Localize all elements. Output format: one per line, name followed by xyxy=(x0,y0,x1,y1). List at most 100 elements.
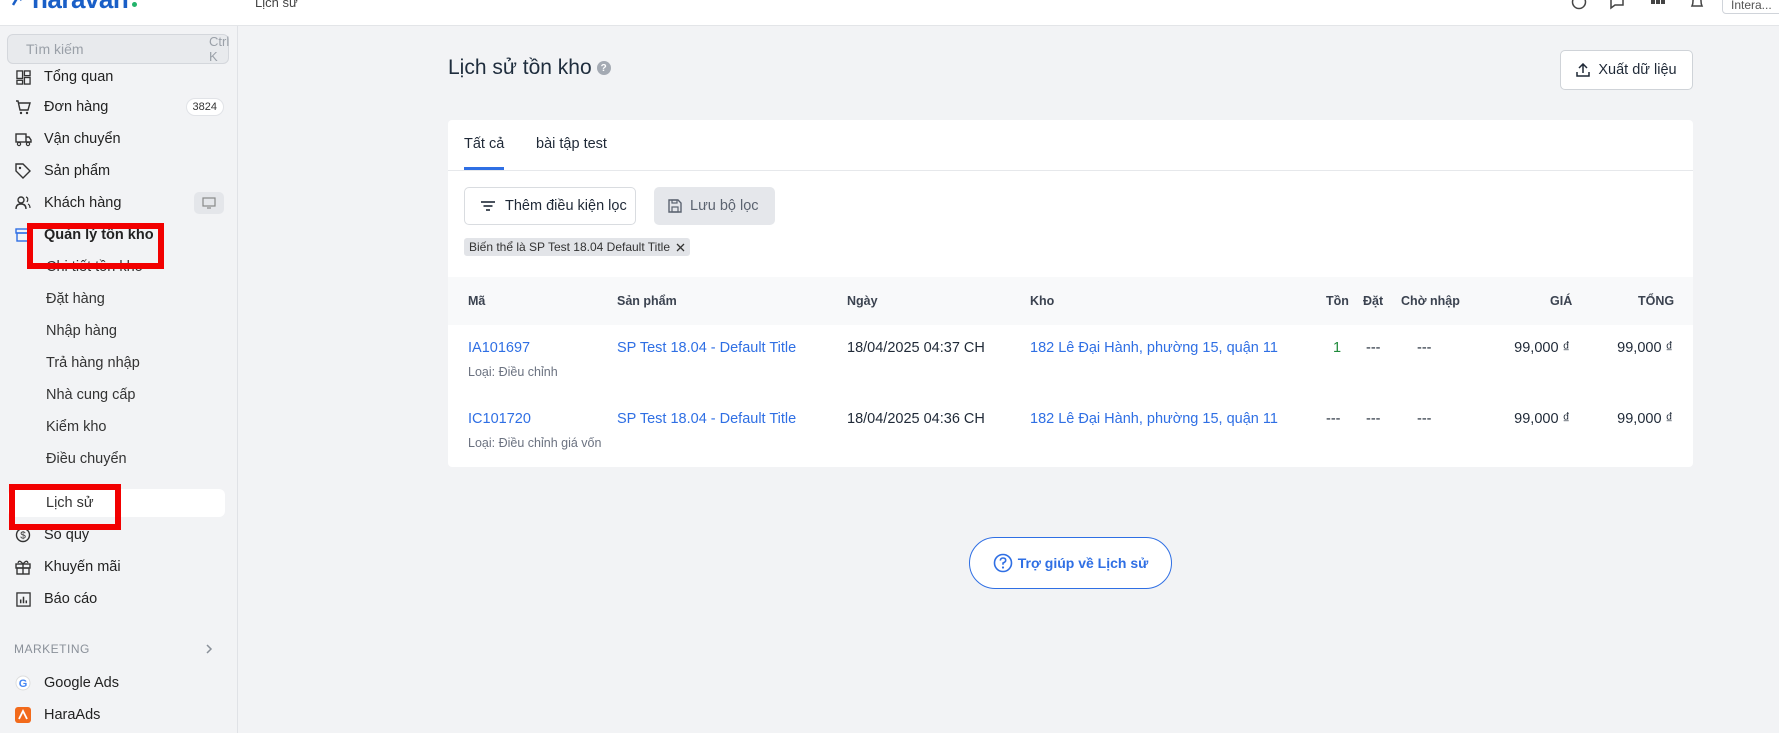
sidebar-item-label: Sổ quỹ xyxy=(44,527,90,543)
row-price: 99,000 ₫ xyxy=(1514,340,1570,356)
row-committed: --- xyxy=(1366,411,1381,427)
sidebar-item-products[interactable]: Sản phẩm xyxy=(8,157,224,185)
filter-icon xyxy=(481,200,495,212)
row-total: 99,000 ₫ xyxy=(1617,340,1673,356)
row-product-link[interactable]: SP Test 18.04 - Default Title xyxy=(617,411,796,427)
row-code-link[interactable]: IC101720 xyxy=(468,411,531,427)
add-filter-button[interactable]: Thêm điều kiện lọc xyxy=(464,187,636,225)
gift-icon xyxy=(14,558,32,576)
row-on-hand: 1 xyxy=(1333,340,1342,356)
sidebar-subitem-inventory-detail[interactable]: Chi tiết tồn kho xyxy=(8,253,225,281)
search-shortcut: Ctrl K xyxy=(209,34,230,64)
row-warehouse-link[interactable]: 182 Lê Đại Hành, phường 15, quận 11 xyxy=(1030,340,1278,356)
sidebar-item-haraads[interactable]: HaraAds xyxy=(8,701,224,729)
sidebar-item-google-ads[interactable]: G Google Ads xyxy=(8,669,224,697)
brand-logo[interactable]: haravan xyxy=(12,0,138,15)
save-filter-button[interactable]: Lưu bộ lọc xyxy=(654,187,775,225)
row-code-link[interactable]: IA101697 xyxy=(468,340,530,356)
row-product-link[interactable]: SP Test 18.04 - Default Title xyxy=(617,340,796,356)
sidebar-section-marketing[interactable]: MARKETING xyxy=(14,642,214,656)
export-data-button[interactable]: Xuất dữ liệu xyxy=(1560,50,1693,90)
svg-text:G: G xyxy=(19,678,28,690)
brand-name: haravan xyxy=(32,0,129,15)
sidebar: Ctrl K Tổng quan Đơn hàng 3824 Vận chuyể… xyxy=(0,26,238,733)
page-title-text: Lịch sử tồn kho xyxy=(448,56,592,79)
sidebar-item-reports[interactable]: Báo cáo xyxy=(8,585,224,613)
upload-icon xyxy=(1576,63,1591,77)
sidebar-search[interactable]: Ctrl K xyxy=(7,34,229,64)
history-help-button[interactable]: Trợ giúp về Lịch sử xyxy=(969,537,1172,589)
sidebar-item-cashbook[interactable]: $ Sổ quỹ xyxy=(8,521,224,549)
apps-grid-icon[interactable] xyxy=(1650,0,1666,10)
sidebar-item-shipping[interactable]: Vận chuyển xyxy=(8,125,224,153)
inventory-icon xyxy=(14,226,32,244)
column-header-committed: Đặt xyxy=(1363,294,1384,308)
dollar-icon: $ xyxy=(14,526,32,544)
sidebar-item-label: HaraAds xyxy=(44,707,101,723)
table-header: Mã Sản phẩm Ngày Kho Tồn Đặt Chờ nhập GI… xyxy=(448,277,1693,325)
sidebar-subitem-purchase-order[interactable]: Đặt hàng xyxy=(8,285,225,313)
save-icon xyxy=(668,199,682,213)
users-icon xyxy=(14,194,32,212)
sidebar-subitem-history[interactable]: Lịch sử xyxy=(8,489,225,517)
tab-all[interactable]: Tất cả xyxy=(464,136,505,170)
close-icon[interactable] xyxy=(676,243,685,252)
screen-icon xyxy=(202,197,216,209)
sidebar-item-promotions[interactable]: Khuyến mãi xyxy=(8,553,224,581)
sidebar-subitem-stocktake[interactable]: Kiểm kho xyxy=(8,413,225,441)
row-committed: --- xyxy=(1366,340,1381,356)
sidebar-subitem-purchase-return[interactable]: Trả hàng nhập xyxy=(8,349,225,377)
tab-saved-filter[interactable]: bài tập test xyxy=(536,136,607,152)
bell-icon[interactable] xyxy=(1689,0,1705,10)
sidebar-item-orders[interactable]: Đơn hàng 3824 xyxy=(8,93,224,121)
google-icon: G xyxy=(14,674,32,692)
row-date: 18/04/2025 04:36 CH xyxy=(847,411,985,427)
row-total: 99,000 ₫ xyxy=(1617,411,1673,427)
sidebar-item-customers[interactable]: Khách hàng xyxy=(8,189,224,217)
help-circle-icon[interactable] xyxy=(1571,0,1587,10)
add-filter-label: Thêm điều kiện lọc xyxy=(505,198,627,214)
column-header-product: Sản phẩm xyxy=(617,294,677,308)
help-label: Trợ giúp về Lịch sử xyxy=(1017,555,1149,571)
sidebar-subitem-transfer[interactable]: Điều chuyển xyxy=(8,445,225,473)
tab-bar: Tất cả bài tập test xyxy=(448,120,1693,171)
chevron-right-icon xyxy=(206,644,213,654)
sidebar-item-label: Google Ads xyxy=(44,675,119,691)
haraads-icon xyxy=(14,706,32,724)
sidebar-item-label: Đơn hàng xyxy=(44,99,109,115)
column-header-total: TỔNG xyxy=(1638,294,1675,308)
sidebar-item-label: Tổng quan xyxy=(44,69,114,85)
sidebar-item-overview[interactable]: Tổng quan xyxy=(8,63,224,91)
top-breadcrumb: Lịch sử xyxy=(255,0,298,10)
haravan-logo-icon xyxy=(12,0,22,6)
column-header-on-hand: Tồn xyxy=(1326,294,1349,308)
search-input[interactable] xyxy=(24,40,209,58)
top-bar: haravan Lịch sử Intera... xyxy=(0,0,1779,26)
row-price: 99,000 ₫ xyxy=(1514,411,1570,427)
sidebar-item-label: Sản phẩm xyxy=(44,163,111,179)
sidebar-item-label: Khuyến mãi xyxy=(44,559,121,575)
chat-icon[interactable] xyxy=(1609,0,1625,10)
customers-shortcut-button[interactable] xyxy=(194,192,224,214)
export-label: Xuất dữ liệu xyxy=(1598,62,1677,78)
row-warehouse-link[interactable]: 182 Lê Đại Hành, phường 15, quận 11 xyxy=(1030,411,1278,427)
chip-label: Biến thể là SP Test 18.04 Default Title xyxy=(469,240,671,254)
column-header-date: Ngày xyxy=(847,294,878,308)
question-icon[interactable]: ? xyxy=(596,61,611,75)
table-row: IA101697 Loại: Điều chỉnh SP Test 18.04 … xyxy=(448,325,1693,395)
help-circle-icon xyxy=(993,553,1013,573)
column-header-code: Mã xyxy=(468,294,486,308)
cart-icon xyxy=(14,98,32,116)
save-filter-label: Lưu bộ lọc xyxy=(690,198,759,214)
sidebar-item-label: Quản lý tồn kho xyxy=(44,227,154,243)
row-incoming: --- xyxy=(1417,411,1432,427)
tag-icon xyxy=(14,162,32,180)
column-header-warehouse: Kho xyxy=(1030,294,1055,308)
sidebar-item-label: Khách hàng xyxy=(44,195,122,211)
sidebar-subitem-receiving[interactable]: Nhập hàng xyxy=(8,317,225,345)
column-header-price: GIÁ xyxy=(1550,294,1573,308)
sidebar-item-inventory[interactable]: Quản lý tồn kho xyxy=(8,221,224,249)
sidebar-subitem-suppliers[interactable]: Nhà cung cấp xyxy=(8,381,225,409)
store-selector[interactable]: Intera... xyxy=(1722,0,1779,14)
section-label-text: MARKETING xyxy=(14,642,90,656)
